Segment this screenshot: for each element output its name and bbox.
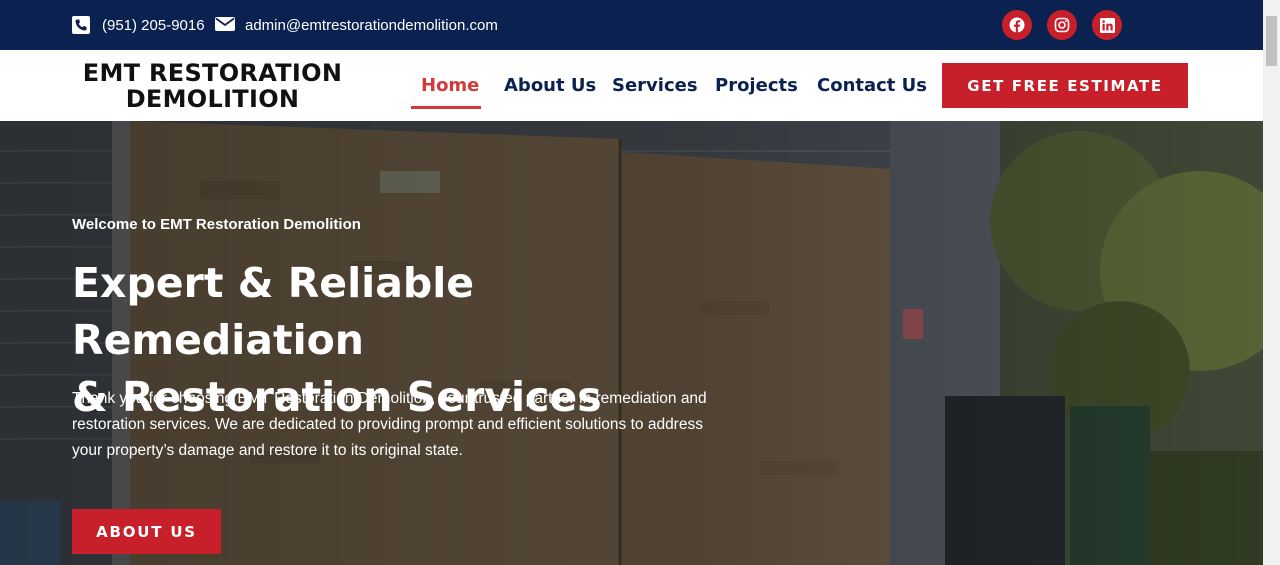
- get-free-estimate-button[interactable]: GET FREE ESTIMATE: [942, 63, 1188, 108]
- phone-number: (951) 205-9016: [102, 16, 205, 34]
- top-contact-bar: (951) 205-9016 admin@emtrestorationdemol…: [0, 0, 1263, 50]
- site-logo[interactable]: EMT RESTORATION DEMOLITION: [70, 60, 355, 112]
- site-header: EMT RESTORATION DEMOLITION Home About Us…: [0, 50, 1263, 121]
- envelope-icon: [215, 16, 235, 34]
- logo-line-2: DEMOLITION: [125, 85, 300, 113]
- page-scrollbar[interactable]: [1263, 0, 1280, 565]
- logo-line-1: EMT RESTORATION: [82, 59, 343, 87]
- hero-description: Thank you for choosing EMT Restoration D…: [72, 390, 707, 459]
- nav-contact-us[interactable]: Contact Us: [817, 75, 927, 96]
- phone-icon: [72, 16, 90, 34]
- scrollbar-thumb[interactable]: [1266, 16, 1277, 66]
- nav-active-indicator: [411, 106, 481, 109]
- nav-home[interactable]: Home: [421, 75, 479, 96]
- nav-projects[interactable]: Projects: [715, 75, 798, 96]
- email-contact[interactable]: admin@emtrestorationdemolition.com: [215, 0, 498, 50]
- nav-services[interactable]: Services: [612, 75, 698, 96]
- email-address: admin@emtrestorationdemolition.com: [245, 16, 498, 34]
- nav-about-us[interactable]: About Us: [504, 75, 596, 96]
- about-us-button[interactable]: ABOUT US: [72, 509, 221, 554]
- instagram-icon[interactable]: [1047, 10, 1077, 40]
- phone-contact[interactable]: (951) 205-9016: [72, 0, 205, 50]
- facebook-icon[interactable]: [1002, 10, 1032, 40]
- hero-section: Welcome to EMT Restoration Demolition Ex…: [0, 121, 1263, 565]
- linkedin-icon[interactable]: [1092, 10, 1122, 40]
- hero-eyebrow: Welcome to EMT Restoration Demolition: [72, 216, 361, 233]
- hero-title-line-1: Expert & Reliable Remediation: [72, 259, 475, 364]
